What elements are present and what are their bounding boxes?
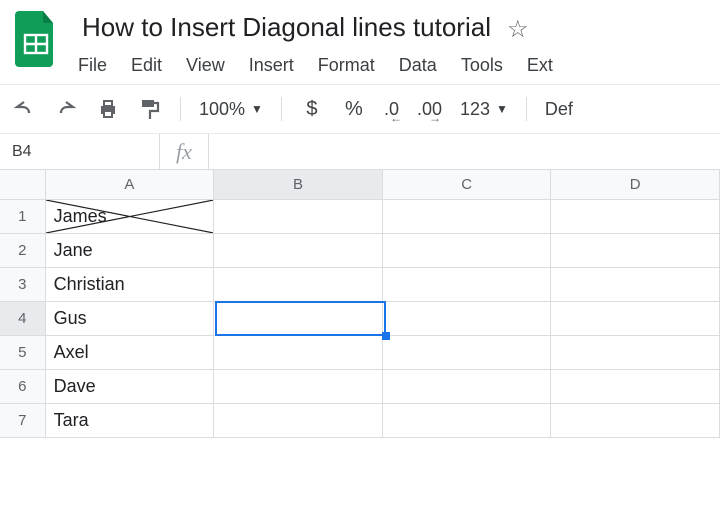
col-header-b[interactable]: B: [214, 170, 383, 200]
cell-a1[interactable]: James: [46, 200, 215, 234]
cell-d1[interactable]: [551, 200, 720, 234]
cell-b6[interactable]: [214, 370, 383, 404]
cell-a7[interactable]: Tara: [46, 404, 215, 438]
decrease-decimal-button[interactable]: .0 ←: [384, 97, 399, 121]
cell-d7[interactable]: [551, 404, 720, 438]
cell-d4[interactable]: [551, 302, 720, 336]
cell-b5[interactable]: [214, 336, 383, 370]
cell-a6[interactable]: Dave: [46, 370, 215, 404]
undo-icon[interactable]: [12, 97, 36, 121]
sheets-logo: [12, 8, 60, 70]
cell-d5[interactable]: [551, 336, 720, 370]
cell-c3[interactable]: [383, 268, 552, 302]
cell-a5[interactable]: Axel: [46, 336, 215, 370]
cell-b3[interactable]: [214, 268, 383, 302]
chevron-down-icon: ▼: [251, 102, 263, 116]
cell-c2[interactable]: [383, 234, 552, 268]
row-header[interactable]: 6: [0, 370, 46, 404]
number-format-dropdown[interactable]: 123 ▼: [460, 99, 508, 120]
menu-insert[interactable]: Insert: [249, 55, 294, 76]
paint-format-icon[interactable]: [138, 97, 162, 121]
formula-row: B4 fx: [0, 134, 720, 170]
cell-c6[interactable]: [383, 370, 552, 404]
menubar: File Edit View Insert Format Data Tools …: [78, 51, 708, 84]
col-header-a[interactable]: A: [46, 170, 215, 200]
menu-view[interactable]: View: [186, 55, 225, 76]
toolbar: 100% ▼ $ % .0 ← .00 → 123 ▼ Def: [0, 84, 720, 134]
font-dropdown[interactable]: Def: [545, 99, 573, 120]
row-header[interactable]: 4: [0, 302, 46, 336]
fill-handle[interactable]: [382, 332, 390, 340]
row-header[interactable]: 2: [0, 234, 46, 268]
cell-d2[interactable]: [551, 234, 720, 268]
cell-b7[interactable]: [214, 404, 383, 438]
row-header[interactable]: 7: [0, 404, 46, 438]
menu-tools[interactable]: Tools: [461, 55, 503, 76]
cell-c4[interactable]: [383, 302, 552, 336]
select-all-corner[interactable]: [0, 170, 46, 200]
menu-edit[interactable]: Edit: [131, 55, 162, 76]
cell-c7[interactable]: [383, 404, 552, 438]
redo-icon[interactable]: [54, 97, 78, 121]
cell-b2[interactable]: [214, 234, 383, 268]
star-icon[interactable]: ☆: [507, 15, 529, 44]
name-box[interactable]: B4: [0, 134, 160, 169]
cell-d3[interactable]: [551, 268, 720, 302]
cell-b1[interactable]: [214, 200, 383, 234]
cell-b4[interactable]: [214, 302, 383, 336]
cell-d6[interactable]: [551, 370, 720, 404]
zoom-dropdown[interactable]: 100% ▼: [199, 99, 263, 120]
cell-c1[interactable]: [383, 200, 552, 234]
menu-file[interactable]: File: [78, 55, 107, 76]
cell-a2[interactable]: Jane: [46, 234, 215, 268]
spreadsheet-grid: A B C D 1 James 2 Jane 3 Christian 4 Gus…: [0, 170, 720, 438]
row-header[interactable]: 5: [0, 336, 46, 370]
print-icon[interactable]: [96, 97, 120, 121]
chevron-down-icon: ▼: [496, 102, 508, 116]
zoom-value: 100%: [199, 99, 245, 120]
col-header-c[interactable]: C: [383, 170, 552, 200]
header: How to Insert Diagonal lines tutorial ☆ …: [0, 0, 720, 84]
col-header-d[interactable]: D: [551, 170, 720, 200]
menu-extensions[interactable]: Ext: [527, 55, 553, 76]
row-header[interactable]: 1: [0, 200, 46, 234]
menu-data[interactable]: Data: [399, 55, 437, 76]
percent-button[interactable]: %: [342, 97, 366, 121]
cell-c5[interactable]: [383, 336, 552, 370]
menu-format[interactable]: Format: [318, 55, 375, 76]
cell-a4[interactable]: Gus: [46, 302, 215, 336]
document-title[interactable]: How to Insert Diagonal lines tutorial: [78, 8, 495, 47]
increase-decimal-button[interactable]: .00 →: [417, 97, 442, 121]
currency-button[interactable]: $: [300, 97, 324, 121]
fx-label: fx: [160, 134, 209, 169]
cell-a3[interactable]: Christian: [46, 268, 215, 302]
formula-input[interactable]: [209, 134, 720, 169]
row-header[interactable]: 3: [0, 268, 46, 302]
